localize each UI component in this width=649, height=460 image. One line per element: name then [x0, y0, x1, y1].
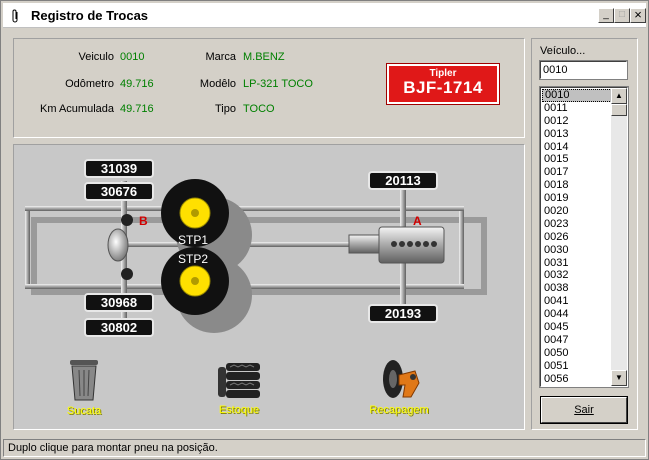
vehicle-list-item[interactable]: 0017 — [542, 166, 612, 179]
vehicle-list-item[interactable]: 0026 — [542, 231, 612, 244]
vehicle-list: 0010 0011 0012 0013 0014 0015 0017 0018 0019 0020… — [542, 89, 612, 385]
vehicle-list-item[interactable]: 0015 — [542, 153, 612, 166]
sair-button-label: Sair — [574, 404, 594, 416]
vehicle-list-item[interactable]: 0010 — [542, 89, 612, 102]
tipo-label: Tipo — [215, 103, 236, 115]
recapagem-label: Recapagem — [369, 404, 429, 416]
sair-button[interactable]: Sair — [540, 396, 628, 424]
vehicle-list-item[interactable]: 0041 — [542, 295, 612, 308]
vehicle-list-item[interactable]: 0020 — [542, 205, 612, 218]
sucata-action[interactable]: Sucata — [54, 358, 114, 417]
sucata-label: Sucata — [66, 405, 102, 417]
window-title: Registro de Trocas — [31, 8, 149, 23]
minimize-button[interactable]: _ — [598, 8, 614, 23]
vehicle-list-item[interactable]: 0011 — [542, 102, 612, 115]
recapagem-action[interactable]: Recapagem — [364, 357, 434, 416]
paperclip-icon — [12, 9, 18, 23]
estoque-label: Estoque — [218, 404, 260, 416]
transmission — [348, 234, 384, 254]
status-bar: Duplo clique para montar pneu na posição… — [3, 439, 646, 457]
scroll-up-arrow-icon[interactable]: ▲ — [611, 88, 627, 104]
retread-machine-icon — [383, 360, 420, 398]
vehicle-list-item[interactable]: 0047 — [542, 334, 612, 347]
tire-tag-right-bottom[interactable]: 20193 — [368, 304, 438, 323]
chassis-panel: STP1 STP2 B A 31039 30676 30968 30802 20… — [13, 144, 525, 430]
modelo-value: LP-321 TOCO — [243, 78, 313, 90]
marca-label: Marca — [205, 51, 236, 63]
odometro-label: Odômetro — [65, 78, 114, 90]
scroll-down-arrow-icon[interactable]: ▼ — [611, 370, 627, 386]
tire-tag-left-bottom-inner[interactable]: 30968 — [84, 293, 154, 312]
tire-tag-left-top-inner[interactable]: 30676 — [84, 182, 154, 201]
vehicle-list-item[interactable]: 0012 — [542, 115, 612, 128]
vehicle-list-item[interactable]: 0019 — [542, 192, 612, 205]
vehicle-list-item[interactable]: 0051 — [542, 360, 612, 373]
hub-b-bottom — [121, 268, 133, 280]
modelo-label: Modêlo — [199, 78, 236, 90]
vehicle-list-item[interactable]: 0044 — [542, 308, 612, 321]
vehicle-list-scrollbar[interactable]: ▲ ▼ — [611, 88, 627, 386]
vehicle-list-item[interactable]: 0032 — [542, 269, 612, 282]
vehicle-list-item[interactable]: 0038 — [542, 282, 612, 295]
frame-rail-right — [459, 206, 464, 289]
km-acumulada-value: 49.716 — [120, 103, 154, 115]
vehicle-list-item[interactable]: 0018 — [542, 179, 612, 192]
vehicle-list-item[interactable]: 0013 — [542, 128, 612, 141]
vehicle-list-item[interactable]: 0014 — [542, 141, 612, 154]
tire-tag-right-top[interactable]: 20113 — [368, 171, 438, 190]
status-text: Duplo clique para montar pneu na posição… — [8, 442, 218, 454]
maximize-button[interactable]: □ — [614, 8, 630, 23]
tire-tag-left-top-outer[interactable]: 31039 — [84, 159, 154, 178]
vehicle-list-item[interactable]: 0031 — [542, 257, 612, 270]
veiculo-search-label: Veículo... — [540, 45, 586, 57]
frame-rail-top — [25, 206, 464, 211]
title-bar: Registro de Trocas _ □ × — [3, 3, 646, 28]
license-plate: Tipler BJF-1714 — [386, 63, 500, 105]
veiculo-label: Veiculo — [78, 51, 114, 63]
km-acumulada-label: Km Acumulada — [40, 103, 114, 115]
vehicle-list-item[interactable]: 0056 — [542, 373, 612, 386]
vehicle-info-panel: Veiculo 0010 Odômetro 49.716 Km Acumulad… — [13, 38, 525, 138]
tire-tag-left-bottom-outer[interactable]: 30802 — [84, 318, 154, 337]
frame-rail-left — [25, 206, 30, 289]
stp2-hub — [191, 277, 199, 285]
veiculo-value: 0010 — [120, 51, 145, 63]
tipo-value: TOCO — [243, 103, 275, 115]
stp1-label: STP1 — [178, 233, 208, 247]
marca-value: M.BENZ — [243, 51, 285, 63]
vehicle-list-item[interactable]: 0045 — [542, 321, 612, 334]
axle-a-label: A — [413, 214, 422, 228]
stp2-label: STP2 — [178, 252, 208, 266]
plate-number: BJF-1714 — [403, 78, 483, 97]
registro-trocas-window: Registro de Trocas _ □ × Veiculo 0010 Od… — [0, 0, 649, 460]
axle-b-label: B — [139, 214, 148, 228]
hub-b-top — [121, 214, 133, 226]
vehicle-listbox[interactable]: 0010 0011 0012 0013 0014 0015 0017 0018 0019 0020… — [539, 86, 629, 388]
scroll-thumb[interactable] — [611, 104, 627, 116]
differential — [107, 228, 129, 262]
vehicle-selector-panel: Veículo... 0010 0010 0011 0012 0013 0014 0015… — [531, 38, 638, 430]
odometro-value: 49.716 — [120, 78, 154, 90]
vehicle-list-item[interactable]: 0030 — [542, 244, 612, 257]
veiculo-search-input[interactable]: 0010 — [539, 60, 628, 80]
stp1-hub — [191, 209, 199, 217]
tire-stack-icon — [218, 363, 260, 398]
close-button[interactable]: × — [630, 8, 646, 23]
trash-can-icon — [70, 360, 98, 401]
estoque-action[interactable]: Estoque — [204, 361, 274, 416]
vehicle-list-item[interactable]: 0050 — [542, 347, 612, 360]
vehicle-list-item[interactable]: 0023 — [542, 218, 612, 231]
